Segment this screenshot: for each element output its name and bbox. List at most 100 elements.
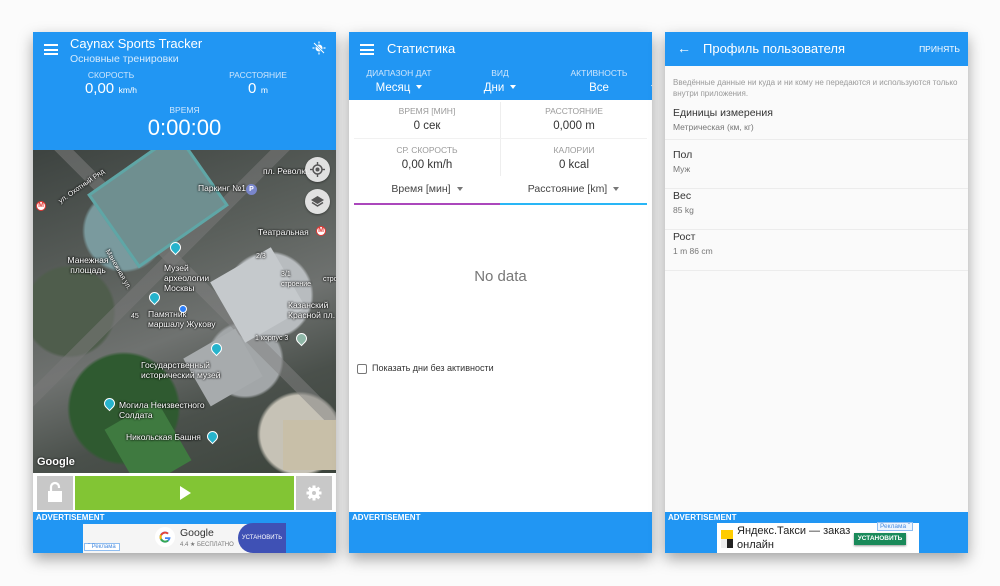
pref-weight[interactable]: Вес 85 kg bbox=[665, 190, 968, 230]
map-square bbox=[283, 420, 336, 470]
distance-label: РАССТОЯНИЕ bbox=[229, 70, 287, 80]
gps-off-icon[interactable] bbox=[312, 41, 326, 55]
google-attribution: Google bbox=[37, 456, 75, 468]
summary-label: ВРЕМЯ [МИН] bbox=[398, 106, 456, 116]
dropdown-value: Месяц bbox=[375, 82, 411, 94]
summary-label: КАЛОРИИ bbox=[553, 145, 595, 155]
date-range-dropdown[interactable]: ДИАПАЗОН ДАТ Месяц bbox=[359, 68, 439, 96]
pref-value: 85 kg bbox=[673, 205, 694, 215]
map-label: Паркинг №1 bbox=[198, 183, 247, 193]
menu-icon[interactable] bbox=[44, 44, 58, 55]
map-view[interactable]: ул. Охотный Ряд Паркинг №1 пл. Револю...… bbox=[33, 150, 336, 473]
summary-value: 0,00 km/h bbox=[401, 159, 453, 171]
memorial-pin-icon[interactable] bbox=[101, 395, 118, 412]
monument-pin-icon[interactable] bbox=[146, 289, 163, 306]
checkbox-icon[interactable] bbox=[357, 363, 367, 374]
accept-button[interactable]: ПРИНЯТЬ bbox=[919, 44, 960, 54]
parking-icon[interactable]: P bbox=[246, 184, 257, 195]
my-location-button[interactable] bbox=[305, 157, 330, 182]
map-label: Государственный исторический музей bbox=[141, 360, 221, 380]
metro-icon[interactable]: M bbox=[36, 201, 46, 211]
map-label: 1 корпус 3 bbox=[255, 335, 289, 342]
speed-unit: km/h bbox=[118, 85, 138, 95]
ad-app-meta: 4.4 ★ БЕСПЛАТНО bbox=[180, 542, 234, 548]
summary-cell-calories: КАЛОРИИ 0 kcal bbox=[501, 139, 647, 177]
ad-area: ADVERTISEMENT bbox=[349, 512, 652, 553]
map-label: 3/1 строение bbox=[281, 271, 312, 288]
ad-install-button[interactable]: УСТАНОВИТЬ bbox=[854, 533, 906, 545]
workout-subtitle[interactable]: Основные тренировки bbox=[70, 53, 179, 65]
chevron-down-icon bbox=[510, 84, 517, 89]
statistics-screen: Статистика ДИАПАЗОН ДАТ Месяц ВИД Дни АК… bbox=[349, 32, 652, 553]
dropdown-value: Все bbox=[589, 82, 609, 94]
tower-pin-icon[interactable] bbox=[204, 428, 221, 445]
pref-title: Вес bbox=[673, 190, 692, 202]
map-layers-button[interactable] bbox=[305, 189, 330, 214]
pref-title: Единицы измерения bbox=[673, 107, 773, 119]
divider bbox=[354, 138, 647, 139]
page-title: Профиль пользователя bbox=[703, 41, 846, 56]
ad-banner[interactable]: Google 4.4 ★ БЕСПЛАТНО УСТАНОВИТЬ ˇ Рекл… bbox=[83, 523, 286, 553]
distance-unit: m bbox=[260, 85, 268, 95]
pref-title: Рост bbox=[673, 231, 696, 243]
pref-gender[interactable]: Пол Муж bbox=[665, 149, 968, 189]
divider bbox=[500, 102, 501, 176]
checkbox-label: Показать дни без активности bbox=[372, 363, 494, 373]
map-label: Казанский Красной пл. bbox=[288, 300, 336, 320]
ad-banner[interactable]: Яндекс.Такси — заказ онлайн Реклама ˇ УС… bbox=[717, 522, 919, 553]
map-label: 45 bbox=[131, 313, 139, 320]
chevron-down-icon bbox=[651, 85, 652, 89]
app-title: Caynax Sports Tracker bbox=[70, 36, 203, 51]
tab-label: Расстояние [km] bbox=[527, 183, 608, 195]
pref-value: Муж bbox=[673, 164, 691, 174]
summary-value: 0 kcal bbox=[558, 159, 590, 171]
activity-dropdown[interactable]: АКТИВНОСТЬ Все bbox=[569, 68, 652, 96]
map-label: Музей археологии Москвы bbox=[164, 263, 210, 293]
privacy-note: Введённые данные ни куда и ни кому не пе… bbox=[673, 78, 958, 98]
tracker-screen: Caynax Sports Tracker Основные тренировк… bbox=[33, 32, 336, 553]
layers-icon bbox=[311, 196, 324, 207]
statistics-header: Статистика ДИАПАЗОН ДАТ Месяц ВИД Дни АК… bbox=[349, 32, 652, 100]
dropdown-label: АКТИВНОСТЬ bbox=[570, 68, 628, 78]
summary-cell-avg-speed: СР. СКОРОСТЬ 0,00 km/h bbox=[354, 139, 500, 177]
lock-open-icon bbox=[48, 481, 62, 502]
pref-units[interactable]: Единицы измерения Метрическая (км, кг) bbox=[665, 107, 968, 140]
ad-text: Яндекс.Такси — заказ онлайн bbox=[737, 525, 851, 551]
pref-value: 1 m 86 cm bbox=[673, 246, 713, 256]
distance-value: 0 bbox=[248, 80, 257, 97]
google-logo-icon bbox=[155, 527, 175, 547]
speed-value: 0,00 bbox=[84, 80, 115, 97]
view-dropdown[interactable]: ВИД Дни bbox=[475, 68, 525, 96]
metro-icon[interactable]: M bbox=[316, 226, 326, 236]
back-arrow-icon[interactable]: ← bbox=[677, 40, 691, 56]
chevron-down-icon bbox=[613, 187, 620, 192]
chart-tabs: Время [мин] Расстояние [km] bbox=[354, 179, 647, 205]
lock-button[interactable] bbox=[37, 476, 73, 510]
tab-distance[interactable]: Расстояние [km] bbox=[500, 179, 647, 205]
pref-height[interactable]: Рост 1 m 86 cm bbox=[665, 231, 968, 271]
menu-icon[interactable] bbox=[360, 44, 374, 55]
control-bar bbox=[33, 473, 336, 512]
ad-install-button[interactable]: УСТАНОВИТЬ bbox=[238, 523, 286, 553]
show-inactive-days-checkbox[interactable]: Показать дни без активности bbox=[357, 363, 494, 374]
tab-time[interactable]: Время [мин] bbox=[354, 179, 500, 205]
dropdown-value: Дни bbox=[483, 82, 505, 94]
advertisement-label: ADVERTISEMENT bbox=[36, 513, 105, 522]
page-title: Статистика bbox=[387, 41, 456, 56]
map-label: Могила Неизвестного Солдата bbox=[119, 400, 205, 420]
settings-button[interactable] bbox=[296, 476, 332, 510]
chevron-down-icon bbox=[456, 187, 463, 192]
advertisement-label: ADVERTISEMENT bbox=[352, 513, 421, 522]
start-button[interactable] bbox=[75, 476, 294, 510]
current-location-dot bbox=[179, 305, 187, 313]
ad-tag[interactable]: ˇ Реклама bbox=[84, 543, 120, 551]
church-pin-icon[interactable] bbox=[293, 330, 310, 347]
chevron-down-icon bbox=[416, 84, 423, 89]
summary-label: СР. СКОРОСТЬ bbox=[396, 145, 458, 155]
distance-stat: РАССТОЯНИЕ 0 m bbox=[218, 70, 298, 98]
time-label: ВРЕМЯ bbox=[169, 105, 200, 115]
profile-screen: ← Профиль пользователя ПРИНЯТЬ Введённые… bbox=[665, 32, 968, 553]
empty-chart-message: No data bbox=[474, 268, 527, 285]
ad-tag[interactable]: Реклама ˇ bbox=[877, 522, 914, 531]
summary-cell-time: ВРЕМЯ [МИН] 0 сек bbox=[354, 100, 500, 138]
